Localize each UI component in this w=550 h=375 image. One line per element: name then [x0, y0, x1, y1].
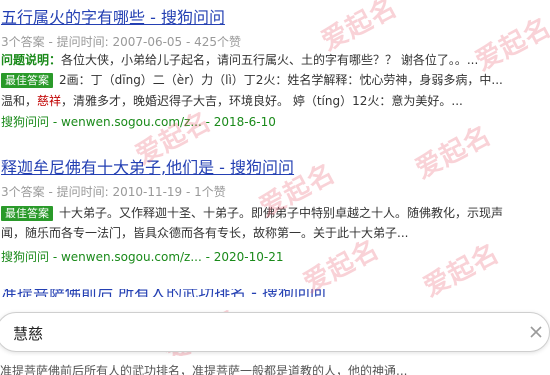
question-label: 问题说明： — [1, 53, 62, 67]
search-bar — [0, 312, 550, 352]
highlight-keyword: 慈祥 — [37, 94, 62, 108]
answer-text-pre: 温和， — [1, 94, 38, 108]
answer-continuation: 温和，慈祥，清雅多才，晚婚迟得子大吉，环境良好。 婷（tíng）12火：意为美好… — [1, 92, 550, 110]
result-meta: 3个答案 - 提问时间: 2010-11-19 - 1个赞 — [1, 185, 226, 199]
source-url-date: wenwen.sogou.com/z... - 2020-10-21 — [60, 250, 284, 264]
source-separator: - — [49, 250, 61, 264]
best-answer-line: 最佳答案 十大弟子。又作释迦十圣、十弟子。即佛弟子中特别卓越之十人。随佛教化，示现… — [1, 204, 550, 222]
best-answer-line: 最佳答案 2画：丁（dīng）二（èr）力（lì）丁2火：姓名学解释：忱心劳神，身… — [1, 71, 550, 89]
answer-continuation: 闻，随乐而各专一法门，皆具众德而各有专长，故称第一。关于此十大弟子... — [1, 226, 409, 240]
question-text: 各位大侠，小弟给儿子起名，请问五行属火、土的字有哪些？？ 谢各位了。。... — [61, 53, 479, 67]
answer-text-post: ，清雅多才，晚婚迟得子大吉，环境良好。 婷（tíng）12火：意为美好。... — [61, 94, 463, 108]
result-title-link[interactable]: 五行属火的字有哪些 - 搜狗问问 — [1, 4, 225, 28]
result-meta: 3个答案 - 提问时间: 2007-06-05 - 425个赞 — [1, 35, 242, 49]
source-name: 搜狗问问 — [1, 115, 50, 129]
close-icon[interactable] — [527, 323, 545, 341]
answer-text: 2画：丁（dīng）二（èr）力（lì）丁2火：姓名学解释：忱心劳神，身弱多病，… — [59, 73, 503, 87]
source-url-date: wenwen.sogou.com/z... - 2018-6-10 — [60, 115, 276, 129]
source-separator: - — [49, 115, 61, 129]
best-answer-badge: 最佳答案 — [1, 73, 53, 88]
answer-text: 十大弟子。又作释迦十圣、十弟子。即佛弟子中特别卓越之十人。随佛教化，示现声 — [59, 206, 504, 220]
watermark-text: 爱起名 — [410, 120, 497, 185]
result-source[interactable]: 搜狗问问 - wenwen.sogou.com/z... - 2020-10-2… — [1, 248, 284, 265]
bottom-result-snippet: 准提菩萨佛前后所有人的武功排名，准提菩萨一般都是道教的人，他的神通... — [0, 364, 408, 375]
watermark-text: 爱起名 — [418, 238, 505, 303]
search-input[interactable] — [11, 321, 495, 345]
result-source[interactable]: 搜狗问问 - wenwen.sogou.com/z... - 2018-6-10 — [1, 113, 276, 130]
best-answer-badge: 最佳答案 — [1, 206, 53, 221]
result-title-link[interactable]: 释迦牟尼佛有十大弟子,他们是 - 搜狗问问 — [1, 154, 294, 178]
result-title-link-clipped[interactable]: 准提菩萨佛前后 所有人的武功排名 - 搜狗问问 — [1, 289, 326, 297]
question-description: 问题说明：各位大侠，小弟给儿子起名，请问五行属火、土的字有哪些？？ 谢各位了。。… — [1, 51, 550, 69]
watermark-text: 爱起名 — [316, 0, 403, 57]
source-name: 搜狗问问 — [1, 250, 50, 264]
